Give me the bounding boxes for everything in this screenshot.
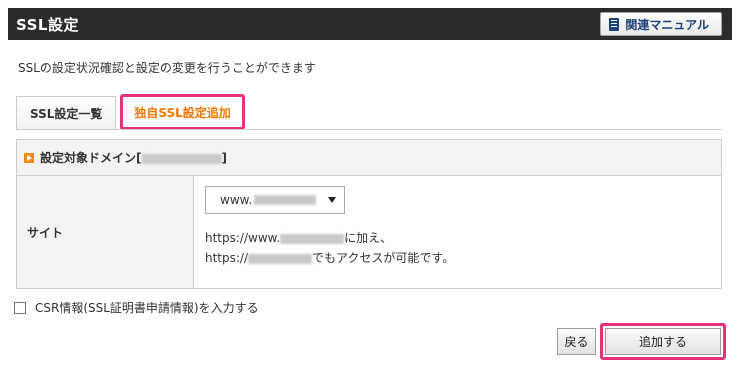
tab-divider [16, 129, 722, 130]
related-manual-label: 関連マニュアル [625, 17, 709, 32]
redacted-domain [141, 153, 222, 164]
redacted-domain [254, 195, 317, 205]
manual-book-icon [609, 17, 620, 31]
arrow-bullet-icon [24, 152, 34, 163]
redacted-domain [280, 233, 345, 244]
tab-bar: SSL設定一覧 独自SSL設定追加 [16, 94, 245, 130]
tab-add-custom-ssl[interactable]: 独自SSL設定追加 [120, 94, 245, 130]
page-header: SSL設定 関連マニュアル [8, 8, 732, 40]
tab-ssl-list[interactable]: SSL設定一覧 [16, 96, 117, 130]
back-button[interactable]: 戻る [557, 328, 596, 355]
site-row: サイト www. https://www. に加え、 https://でもアクセス… [17, 176, 721, 288]
target-domain-label: 設定対象ドメイン[] [40, 151, 227, 165]
page-description: SSLの設定状況確認と設定の変更を行うことができます [18, 61, 316, 75]
dropdown-arrow-icon [328, 197, 336, 203]
csr-label: CSR情報(SSL証明書申請情報)を入力する [35, 301, 259, 315]
settings-panel: 設定対象ドメイン[] サイト www. https://www. に加え、 htt… [16, 139, 722, 289]
site-label: サイト [17, 176, 194, 288]
csr-option[interactable]: CSR情報(SSL証明書申請情報)を入力する [14, 299, 259, 316]
panel-heading: 設定対象ドメイン[] [17, 140, 721, 176]
site-select[interactable]: www. [205, 186, 345, 214]
related-manual-button[interactable]: 関連マニュアル [600, 12, 722, 36]
add-button-highlight[interactable]: 追加する [600, 323, 726, 360]
page-title: SSL設定 [16, 15, 79, 34]
add-button[interactable]: 追加する [605, 328, 721, 355]
csr-checkbox[interactable] [14, 301, 26, 314]
site-access-note: https://www. に加え、 https://でもアクセスが可能です。 [205, 231, 455, 265]
redacted-domain [248, 253, 313, 264]
